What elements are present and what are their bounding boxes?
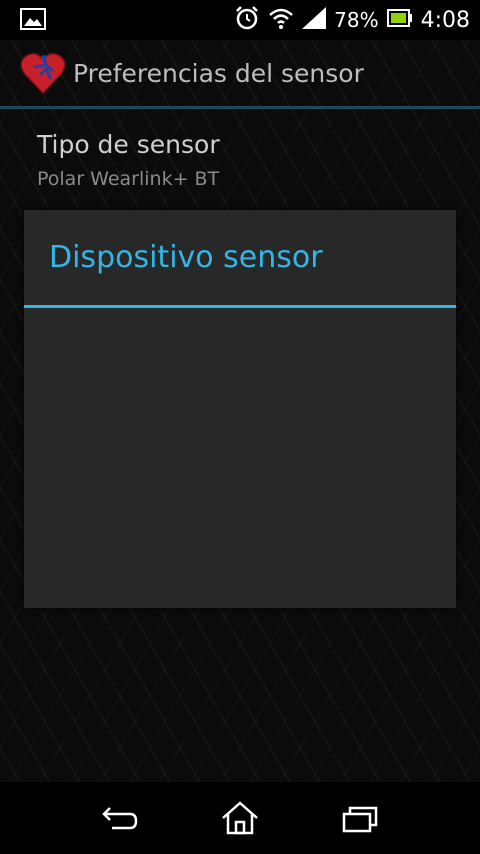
back-icon[interactable]: [98, 800, 142, 836]
wifi-icon: [268, 6, 294, 34]
dialog-title-divider: [24, 305, 456, 308]
action-bar-divider: [0, 106, 480, 109]
action-bar: Preferencias del sensor: [0, 40, 480, 106]
signal-icon: [302, 7, 327, 33]
home-icon[interactable]: [218, 800, 262, 836]
preference-sensor-type[interactable]: Tipo de sensor Polar Wearlink+ BT: [0, 110, 480, 206]
dialog-title: Dispositivo sensor: [49, 240, 323, 275]
picture-icon: [20, 8, 46, 34]
clock: 4:08: [420, 7, 470, 33]
sensor-device-dialog: Dispositivo sensor: [24, 210, 456, 608]
page-title: Preferencias del sensor: [73, 59, 364, 88]
preference-title: Tipo de sensor: [37, 130, 220, 159]
battery-percent: 78%: [334, 8, 379, 32]
recent-apps-icon[interactable]: [338, 800, 382, 836]
preference-summary: Polar Wearlink+ BT: [37, 168, 220, 190]
status-bar: 78% 4:08: [0, 0, 480, 40]
battery-icon: [386, 9, 413, 31]
heart-runner-icon[interactable]: [20, 51, 66, 95]
navigation-bar: [0, 782, 480, 854]
alarm-icon: [234, 5, 260, 35]
